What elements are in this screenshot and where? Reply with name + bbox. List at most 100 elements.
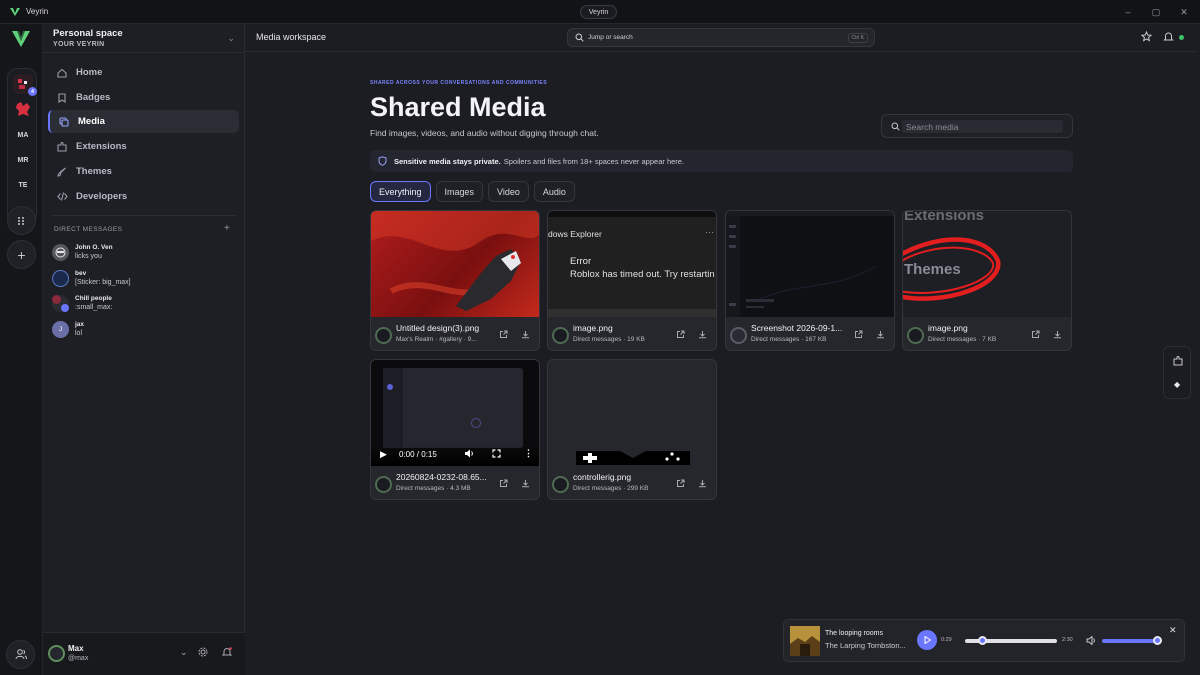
nav-badges[interactable]: Badges [48, 86, 239, 109]
settings-button[interactable] [198, 647, 208, 659]
media-search-input[interactable]: Search media [881, 114, 1073, 138]
apps-grid-button[interactable] [7, 206, 36, 235]
more-options-icon[interactable]: ⋮ [524, 448, 533, 459]
nav-media[interactable]: Media [48, 110, 239, 133]
media-thumbnail[interactable] [548, 360, 716, 466]
bell-icon [221, 647, 233, 656]
new-dm-button[interactable]: + [224, 223, 230, 234]
dm-message: :small_max: [75, 304, 113, 311]
volume-icon [1086, 635, 1095, 646]
floating-dock: ◆ [1163, 346, 1191, 399]
media-name: Screenshot 2026-09-1... [751, 323, 843, 333]
diamond-icon[interactable]: ◆ [1174, 380, 1180, 389]
media-name: image.png [928, 323, 968, 333]
download-icon [699, 480, 706, 488]
user-panel: Max @max ⌄ [43, 632, 245, 675]
chevron-down-icon[interactable]: ⌄ [180, 647, 188, 658]
media-card[interactable]: dows Explorer ··· Error Roblox has timed… [547, 210, 717, 351]
close-window-button[interactable]: ✕ [1170, 0, 1198, 24]
download-button[interactable] [1053, 330, 1062, 341]
video-player[interactable]: ▶ 0:00 / 0:15 ⋮ [371, 360, 539, 466]
tab-audio[interactable]: Audio [533, 181, 575, 202]
nav-themes[interactable]: Themes [48, 160, 239, 183]
album-art[interactable] [790, 626, 820, 656]
close-player-button[interactable]: ✕ [1169, 625, 1177, 636]
dm-item[interactable]: bev [Sticker: big_max] [52, 266, 232, 290]
sidebar: Personal space YOUR VEYRIN ⌄ Home Badges… [43, 24, 245, 675]
media-card[interactable]: Untitled design(3).png Max's Realm · #ga… [370, 210, 540, 351]
media-card[interactable]: controllerig.png Direct messages · 299 K… [547, 359, 717, 500]
nav-label: Themes [76, 166, 112, 177]
home-logo-icon[interactable] [12, 31, 30, 47]
open-external-button[interactable] [854, 330, 863, 341]
space-header[interactable]: Personal space YOUR VEYRIN ⌄ [43, 24, 245, 53]
open-external-button[interactable] [1031, 330, 1040, 341]
media-card[interactable]: Screenshot 2026-09-1... Direct messages … [725, 210, 895, 351]
media-thumbnail[interactable] [371, 211, 539, 317]
jump-search-input[interactable]: Jump or search Ctrl K [567, 28, 875, 47]
volume-handle[interactable] [1152, 636, 1162, 645]
music-player: The looping rooms The Larping Tombston..… [783, 619, 1185, 662]
download-button[interactable] [876, 330, 885, 341]
server-te[interactable]: TE [13, 175, 33, 195]
media-meta: 20260824-0232-08.65... Direct messages ·… [371, 466, 539, 499]
notifications-button[interactable] [1163, 31, 1174, 44]
nav-home[interactable]: Home [48, 61, 239, 84]
tab-images[interactable]: Images [435, 181, 484, 202]
elapsed-time: 0:29 [941, 637, 952, 643]
volume-icon[interactable] [464, 449, 474, 460]
play-button[interactable] [917, 630, 937, 650]
space-title: Personal space [53, 28, 123, 39]
server-icon-1[interactable]: 4 [13, 74, 37, 96]
extensions-icon [55, 141, 69, 152]
tab-everything[interactable]: Everything [370, 181, 431, 202]
download-button[interactable] [698, 330, 707, 341]
workspace-title: Media workspace [256, 32, 327, 42]
notifications-toggle[interactable] [221, 647, 233, 659]
duration: 2:30 [1062, 637, 1073, 643]
media-thumbnail[interactable] [726, 211, 894, 317]
play-icon[interactable]: ▶ [380, 449, 387, 460]
download-button[interactable] [521, 479, 530, 490]
dm-item[interactable]: Chill people:small_max: [52, 291, 232, 315]
download-button[interactable] [521, 330, 530, 341]
minimize-button[interactable]: – [1114, 0, 1142, 24]
media-meta: Untitled design(3).png Max's Realm · #ga… [371, 317, 539, 350]
open-external-button[interactable] [676, 330, 685, 341]
open-external-button[interactable] [499, 330, 508, 341]
user-avatar[interactable] [48, 645, 65, 662]
download-button[interactable] [698, 479, 707, 490]
nav-extensions[interactable]: Extensions [48, 135, 239, 158]
seek-handle[interactable] [977, 636, 987, 645]
dm-item[interactable]: J jax lol [52, 317, 232, 341]
tab-video[interactable]: Video [488, 181, 529, 202]
media-card[interactable]: Extensions Themes image.png Direct messa… [902, 210, 1072, 351]
media-thumbnail[interactable]: Extensions Themes [903, 211, 1071, 317]
maximize-button[interactable]: ▢ [1142, 0, 1170, 24]
open-external-button[interactable] [499, 479, 508, 490]
dm-item[interactable]: John O. Ven licks you [52, 240, 232, 264]
server-list: 4 MA MR TE [7, 68, 37, 224]
server-icon-2[interactable] [13, 99, 33, 119]
nav-label: Developers [76, 191, 128, 202]
thumb-text: dows Explorer [548, 229, 602, 239]
media-thumbnail[interactable]: dows Explorer ··· Error Roblox has timed… [548, 211, 716, 317]
nav-developers[interactable]: Developers [48, 185, 239, 208]
video-time: 0:00 / 0:15 [399, 450, 437, 459]
divider [51, 215, 236, 216]
user-handle: @max [68, 655, 89, 662]
online-status-dot [1179, 35, 1184, 40]
server-mr[interactable]: MR [13, 150, 33, 170]
extensions-dock-button[interactable] [1173, 356, 1183, 368]
fullscreen-icon[interactable] [492, 449, 501, 460]
server-ma[interactable]: MA [13, 125, 33, 145]
add-server-button[interactable]: + [7, 240, 36, 269]
media-card[interactable]: ▶ 0:00 / 0:15 ⋮ 20260824-0232-08.65... D… [370, 359, 540, 500]
dm-message: licks you [75, 253, 102, 260]
favorites-button[interactable] [1140, 30, 1153, 44]
open-external-button[interactable] [676, 479, 685, 490]
friends-button[interactable] [6, 640, 35, 669]
server-badge: 4 [28, 87, 37, 96]
volume-button[interactable] [1086, 635, 1096, 647]
volume-slider[interactable] [1102, 639, 1160, 643]
